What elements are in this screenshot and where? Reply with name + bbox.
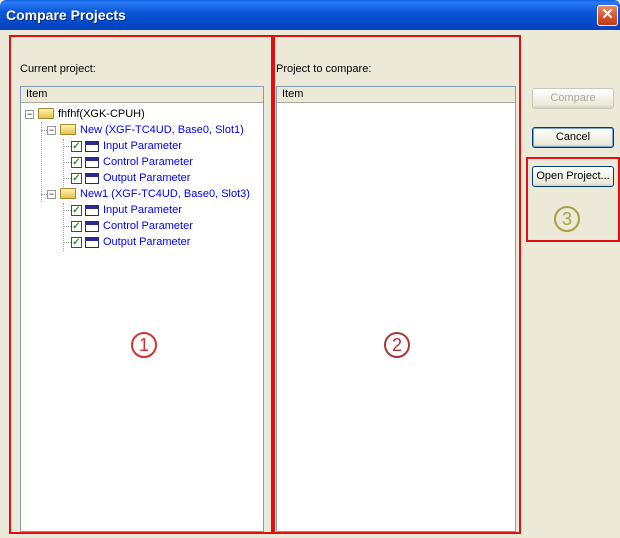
highlight-box-2 <box>273 35 521 534</box>
window-title: Compare Projects <box>6 7 126 23</box>
close-icon: ✕ <box>601 6 614 23</box>
marker-2-label: 2 <box>391 335 402 355</box>
compare-button[interactable]: Compare <box>532 88 614 109</box>
marker-3-label: 3 <box>561 209 572 229</box>
close-button[interactable]: ✕ <box>597 5 618 26</box>
highlight-box-1 <box>9 35 273 534</box>
cancel-button[interactable]: Cancel <box>532 127 614 148</box>
title-bar: Compare Projects ✕ <box>0 0 620 30</box>
marker-1: 1 <box>131 332 157 358</box>
marker-2: 2 <box>384 332 410 358</box>
marker-3: 3 <box>554 206 580 232</box>
marker-1-label: 1 <box>138 335 149 355</box>
